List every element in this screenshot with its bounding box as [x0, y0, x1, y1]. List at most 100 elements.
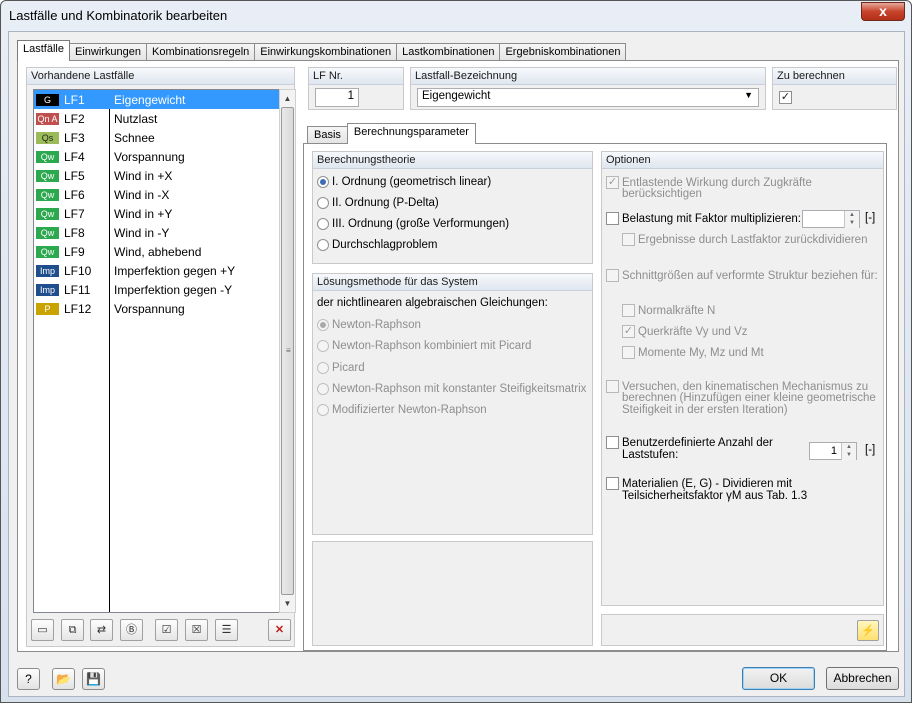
load-case-row[interactable]: P LF12 Vorspannung [34, 299, 282, 318]
zu-berechnen-checkbox[interactable]: ✓ [779, 91, 792, 104]
tab-lastfaelle[interactable]: Lastfälle [17, 40, 70, 61]
load-case-row[interactable]: Qw LF6 Wind in -X [34, 185, 282, 204]
tab-einwirkungskombinationen[interactable]: Einwirkungskombinationen [254, 43, 398, 61]
option-normalkraefte[interactable]: Normalkräfte N [622, 304, 715, 317]
select-button[interactable]: ☰ [215, 619, 238, 641]
load-case-type-badge: Qn A [36, 113, 59, 125]
scroll-down-arrow-icon[interactable]: ▼ [280, 595, 295, 612]
load-case-row[interactable]: G LF1 Eigengewicht [34, 90, 282, 109]
checkbox-icon[interactable] [606, 380, 619, 393]
method-header: Lösungsmethode für das System [313, 274, 592, 291]
radio-icon[interactable] [317, 239, 329, 251]
close-button[interactable]: x [861, 2, 905, 21]
lf-nr-field[interactable]: 1 [315, 88, 359, 107]
checkbox-icon[interactable] [622, 304, 635, 317]
scroll-thumb[interactable]: ≡ [281, 107, 294, 595]
window-title: Lastfälle und Kombinatorik bearbeiten [9, 8, 228, 23]
chevron-down-icon[interactable]: ▼ [744, 90, 753, 100]
radio-icon[interactable] [317, 383, 329, 395]
radio-icon[interactable] [317, 176, 329, 188]
main-tabs: Lastfälle Einwirkungen Kombinationsregel… [17, 40, 627, 61]
method-option-modified-nr[interactable]: Modifizierter Newton-Raphson [317, 404, 487, 416]
checkbox-icon[interactable] [606, 436, 619, 449]
save-button[interactable]: 💾 [82, 668, 105, 690]
copy-load-case-button[interactable]: ⧉ [61, 619, 84, 641]
tab-lastkombinationen[interactable]: Lastkombinationen [396, 43, 501, 61]
new-load-case-button[interactable]: ▭ [31, 619, 54, 641]
load-case-id: LF4 [64, 150, 85, 164]
load-case-row[interactable]: Qw LF8 Wind in -Y [34, 223, 282, 242]
radio-icon[interactable] [317, 197, 329, 209]
load-case-list[interactable]: G LF1 Eigengewicht Qn A LF2 Nutzlast Qs LF3 Schn… [33, 89, 283, 613]
checkbox-icon[interactable]: ✓ [622, 325, 635, 338]
tab-basis[interactable]: Basis [307, 126, 348, 144]
theory-option-snap-through[interactable]: Durchschlagproblem [317, 239, 437, 251]
delete-button[interactable]: ✕ [268, 619, 291, 641]
load-case-row[interactable]: Qw LF9 Wind, abhebend [34, 242, 282, 261]
dialog-window: Lastfälle und Kombinatorik bearbeiten x … [0, 0, 912, 703]
tab-kombinationsregeln[interactable]: Kombinationsregeln [146, 43, 256, 61]
tab-ergebniskombinationen[interactable]: Ergebniskombinationen [499, 43, 627, 61]
checkbox-icon[interactable] [606, 477, 619, 490]
load-case-row[interactable]: Qw LF7 Wind in +Y [34, 204, 282, 223]
checkbox-icon[interactable] [606, 212, 619, 225]
radio-icon[interactable] [317, 362, 329, 374]
checkbox-icon[interactable] [606, 269, 619, 282]
option-benutzerdefiniert[interactable]: Benutzerdefinierte Anzahl der [606, 436, 773, 449]
radio-icon[interactable] [317, 404, 329, 416]
zu-berechnen-label: Zu berechnen [773, 68, 896, 85]
dialog-client: Lastfälle Einwirkungen Kombinationsregel… [8, 31, 905, 697]
theory-option-third-order[interactable]: III. Ordnung (große Verformungen) [317, 218, 509, 230]
method-option-picard[interactable]: Picard [317, 362, 365, 374]
checkbox-icon[interactable]: ✓ [606, 176, 619, 189]
help-button[interactable]: ? [17, 668, 40, 690]
load-case-type-badge: Qw [36, 170, 59, 182]
load-case-row[interactable]: Imp LF11 Imperfektion gegen -Y [34, 280, 282, 299]
laststufen-field[interactable]: 1 ▲ ▼ [809, 442, 857, 460]
tab-berechnungsparameter[interactable]: Berechnungsparameter [346, 123, 476, 144]
new-load-case-icon: ▭ [37, 624, 48, 636]
load-case-row[interactable]: Qn A LF2 Nutzlast [34, 109, 282, 128]
method-group: Lösungsmethode für das System der nichtl… [312, 273, 593, 535]
load-case-id: LF12 [64, 302, 92, 316]
bezeichnung-combobox[interactable]: Eigengewicht ▼ [417, 88, 759, 107]
uncheck-all-button[interactable]: ☒ [185, 619, 208, 641]
option-querkraefte[interactable]: ✓ Querkräfte Vy und Vz [622, 325, 748, 338]
calculation-options-button[interactable]: ⚡ [857, 620, 879, 641]
option-belastung[interactable]: Belastung mit Faktor multiplizieren: [606, 212, 801, 225]
load-case-name: Nutzlast [114, 112, 158, 126]
method-option-newton-raphson[interactable]: Newton-Raphson [317, 319, 421, 331]
theory-option-second-order[interactable]: II. Ordnung (P-Delta) [317, 197, 439, 209]
option-momente[interactable]: Momente My, Mz und Mt [622, 346, 764, 359]
checkbox-icon[interactable] [622, 346, 635, 359]
renumber-button[interactable]: ⇄ [90, 619, 113, 641]
radio-icon[interactable] [317, 340, 329, 352]
theory-option-first-order[interactable]: I. Ordnung (geometrisch linear) [317, 176, 491, 188]
option-materialien[interactable]: Materialien (E, G) - Dividieren mit [606, 477, 792, 490]
scroll-up-arrow-icon[interactable]: ▲ [280, 90, 295, 107]
load-case-row[interactable]: Imp LF10 Imperfektion gegen +Y [34, 261, 282, 280]
cancel-button[interactable]: Abbrechen [826, 667, 899, 690]
check-all-button[interactable]: ☑ [155, 619, 178, 641]
load-case-row[interactable]: Qw LF5 Wind in +X [34, 166, 282, 185]
tab-einwirkungen[interactable]: Einwirkungen [68, 43, 148, 61]
load-case-properties-button[interactable]: Ⓑ [120, 619, 143, 641]
load-case-row[interactable]: Qw LF4 Vorspannung [34, 147, 282, 166]
ok-button[interactable]: OK [742, 667, 815, 690]
spin-down-icon[interactable]: ▼ [844, 219, 859, 228]
load-case-row[interactable]: Qs LF3 Schnee [34, 128, 282, 147]
checkbox-icon[interactable] [622, 233, 635, 246]
method-option-nr-picard[interactable]: Newton-Raphson kombiniert mit Picard [317, 340, 531, 352]
spin-down-icon[interactable]: ▼ [841, 451, 856, 460]
option-ergebnisse[interactable]: Ergebnisse durch Lastfaktor zurückdividi… [622, 233, 867, 246]
radio-icon[interactable] [317, 218, 329, 230]
belastung-factor-field[interactable]: ▲ ▼ [802, 210, 860, 228]
load-case-name: Wind in +Y [114, 207, 173, 221]
load-case-type-badge: Qw [36, 227, 59, 239]
load-case-id: LF7 [64, 207, 85, 221]
load-case-scrollbar[interactable]: ▲ ≡ ▼ [279, 89, 296, 613]
method-option-nr-constant[interactable]: Newton-Raphson mit konstanter Steifigkei… [317, 383, 586, 395]
radio-icon[interactable] [317, 319, 329, 331]
option-schnittgroessen[interactable]: Schnittgrößen auf verformte Struktur bez… [606, 269, 878, 282]
open-button[interactable]: 📂 [52, 668, 75, 690]
